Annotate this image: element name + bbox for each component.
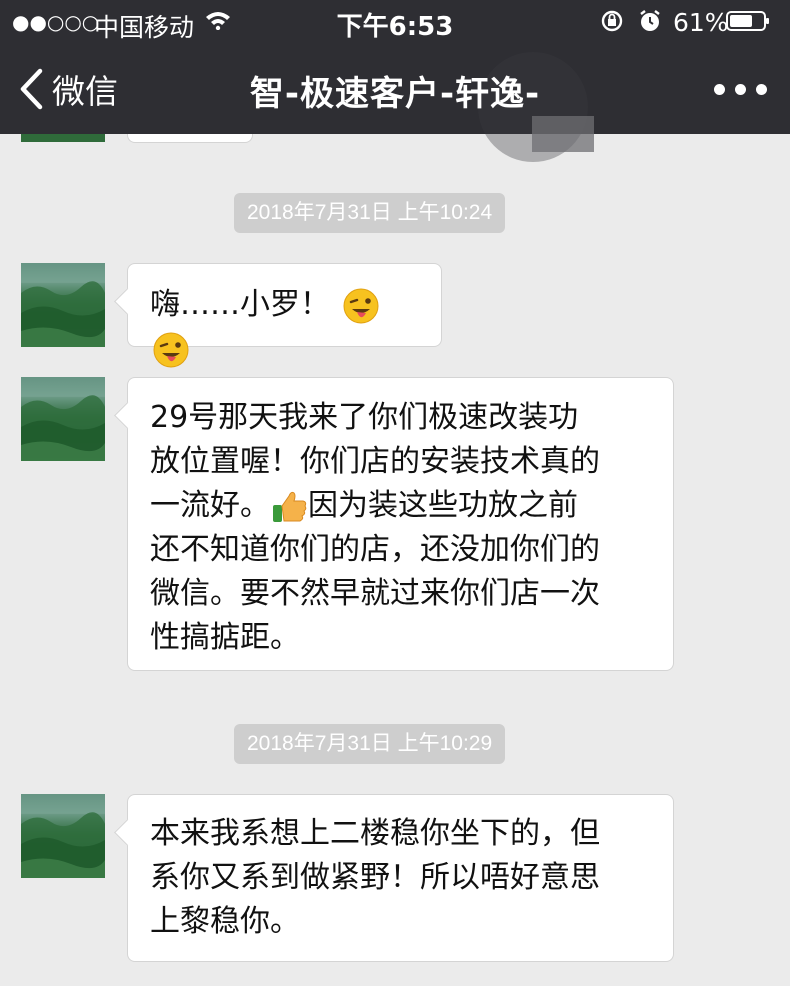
winking-tongue-face-icon — [153, 332, 189, 367]
orientation-lock-icon — [601, 10, 623, 32]
message-text-line: 29号那天我来了你们极速改装功 — [150, 400, 579, 435]
message-bubble[interactable]: 29号那天我来了你们极速改装功 放位置喔！你们店的安装技术真的 一流好。 因为装… — [127, 377, 674, 671]
status-bar: ●●○○○ 中国移动 下午6:53 61% — [0, 0, 790, 44]
message-text-line: 性搞掂距。 — [150, 620, 300, 655]
contact-avatar[interactable] — [21, 377, 105, 461]
more-options-button[interactable] — [708, 72, 774, 106]
message-text-line: 系你又系到做紧野！所以唔好意思 — [150, 860, 600, 895]
message-bubble-partial — [127, 134, 253, 143]
landscape-avatar-image — [21, 794, 105, 878]
status-time: 下午6:53 — [336, 12, 454, 42]
message-text-line: 一流好。 — [150, 488, 270, 523]
navigation-bar: 微信 智-极速客户-轩逸- — [0, 44, 790, 162]
message-text-line: 微信。要不然早就过来你们店一次 — [150, 576, 600, 611]
message-bubble[interactable]: 嗨……小罗！ — [127, 263, 442, 367]
avatar-partial — [21, 134, 105, 142]
message-text-line: 本来我系想上二楼稳你坐下的，但 — [150, 816, 600, 851]
thumbs-up-icon — [273, 491, 307, 522]
battery-percentage: 61% — [673, 8, 729, 37]
message-text: 嗨……小罗！ — [150, 287, 330, 322]
message-text-line: 因为装这些功放之前 — [308, 488, 578, 523]
message-timestamp: 2018年7月31日 上午10:24 — [234, 193, 506, 233]
contact-avatar[interactable] — [21, 263, 105, 347]
winking-tongue-face-icon — [343, 288, 379, 323]
message-text-line: 放位置喔！你们店的安装技术真的 — [150, 444, 600, 479]
battery-icon — [726, 11, 769, 31]
message-timestamp: 2018年7月31日 上午10:29 — [234, 724, 506, 764]
contact-avatar[interactable] — [21, 794, 105, 878]
landscape-avatar-image — [21, 377, 105, 461]
message-text-line: 还不知道你们的店，还没加你们的 — [150, 532, 600, 567]
redacted-name-block — [532, 116, 594, 152]
message-bubble[interactable]: 本来我系想上二楼稳你坐下的，但 系你又系到做紧野！所以唔好意思 上黎稳你。 — [127, 794, 674, 962]
more-dots-icon — [714, 84, 725, 95]
message-text-line: 上黎稳你。 — [150, 904, 300, 939]
chat-title: 智-极速客户-轩逸- — [249, 74, 541, 114]
landscape-avatar-image — [21, 263, 105, 347]
top-bar: ●●○○○ 中国移动 下午6:53 61% 微信 智-极速客户-轩逸- — [0, 0, 790, 162]
alarm-icon — [640, 10, 660, 31]
